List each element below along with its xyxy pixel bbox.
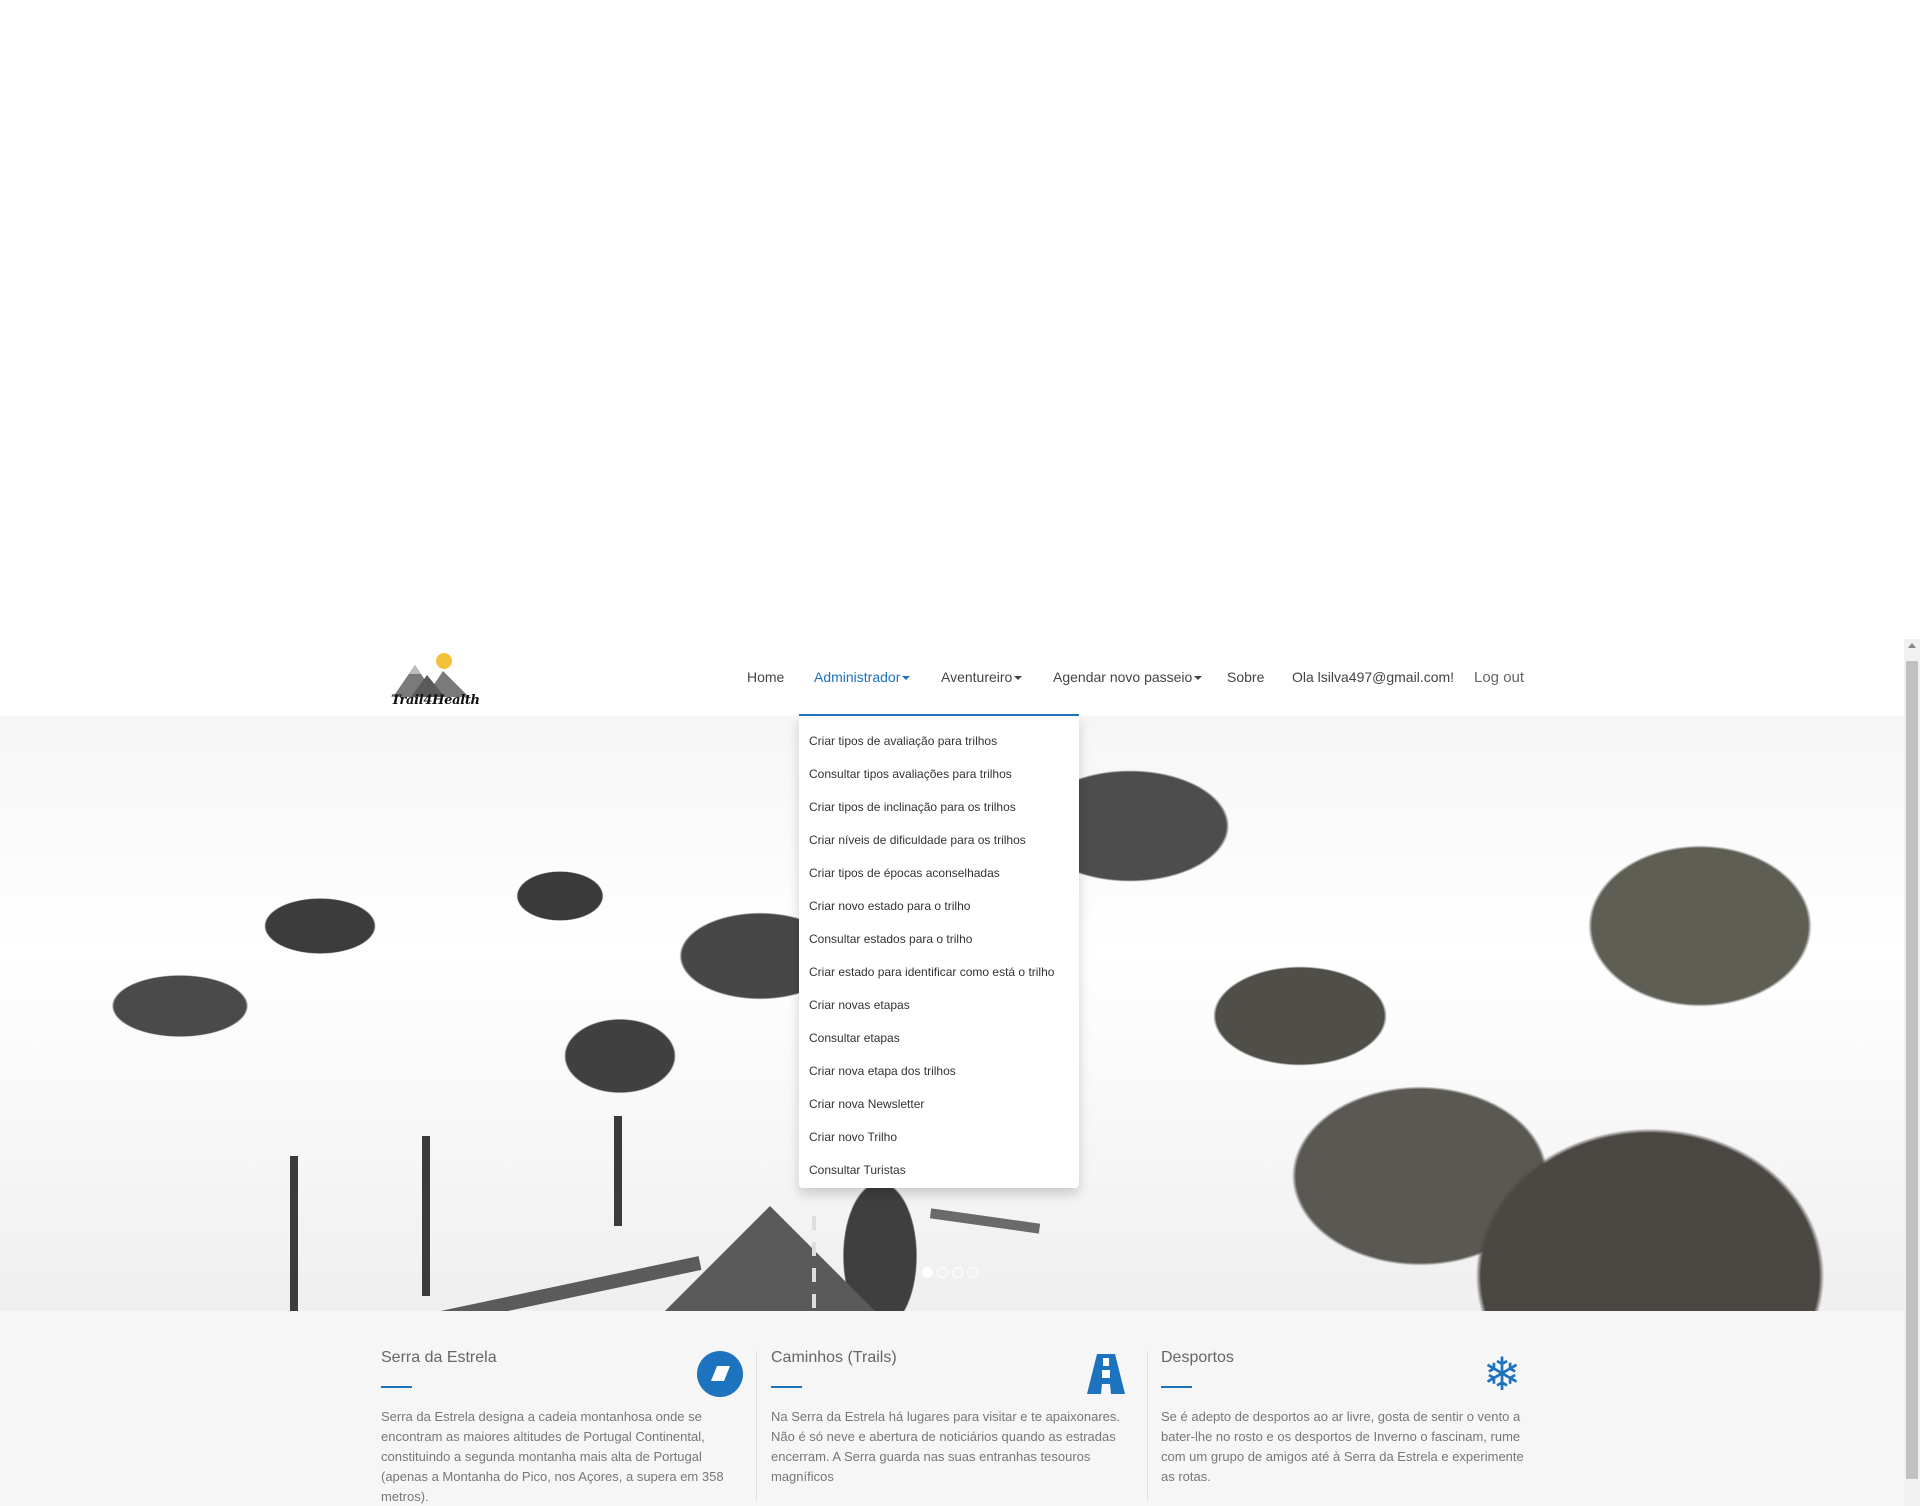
road-pole (614, 1116, 622, 1226)
feature-text: Na Serra da Estrela há lugares para visi… (771, 1409, 1121, 1484)
menu-item-criar-novo-estado[interactable]: Criar novo estado para o trilho (799, 890, 1079, 923)
nav-aventureiro-label: Aventureiro (941, 669, 1013, 685)
carousel-indicators (922, 1267, 978, 1278)
menu-item-criar-tipos-epocas[interactable]: Criar tipos de épocas aconselhadas (799, 857, 1079, 890)
carousel-indicator[interactable] (952, 1267, 963, 1278)
chevron-right-icon[interactable]: › (1855, 1016, 1869, 1056)
navbar: Trail4Health Home Administrador Aventure… (0, 639, 1904, 716)
nav-agendar-label: Agendar novo passeio (1053, 669, 1193, 685)
feature-desportos: Desportos Se é adepto de desportos ao ar… (1161, 1311, 1551, 1506)
page-scrollbar[interactable] (1904, 639, 1920, 1506)
feature-title: Caminhos (Trails) (771, 1349, 897, 1366)
site-logo[interactable]: Trail4Health (387, 649, 483, 711)
menu-item-criar-tipos-avaliacao[interactable]: Criar tipos de avaliação para trilhos (799, 725, 1079, 758)
nav-agendar-passeio[interactable]: Agendar novo passeio (1053, 669, 1203, 685)
caret-down-icon (1194, 676, 1203, 681)
nav-administrador-label: Administrador (814, 669, 901, 685)
menu-item-criar-tipos-inclinacao[interactable]: Criar tipos de inclinação para os trilho… (799, 791, 1079, 824)
feature-underline (1161, 1386, 1192, 1388)
chevron-left-icon[interactable]: ‹ (28, 1016, 42, 1056)
feature-title: Serra da Estrela (381, 1349, 497, 1366)
nav-logout[interactable]: Log out (1474, 669, 1524, 686)
road-pole (290, 1156, 298, 1311)
feature-text: Se é adepto de desportos ao ar livre, go… (1161, 1409, 1524, 1484)
feature-divider (1147, 1351, 1148, 1501)
menu-item-criar-estado-identificar[interactable]: Criar estado para identificar como está … (799, 956, 1079, 989)
features-section: Serra da Estrela Serra da Estrela design… (0, 1311, 1904, 1506)
scroll-up-icon[interactable] (1908, 643, 1916, 648)
mountain-logo-icon (393, 653, 469, 697)
menu-item-consultar-estados[interactable]: Consultar estados para o trilho (799, 923, 1079, 956)
carousel-indicator[interactable] (967, 1267, 978, 1278)
menu-item-consultar-tipos-avaliacoes[interactable]: Consultar tipos avaliações para trilhos (799, 758, 1079, 791)
nav-administrador[interactable]: Administrador (814, 669, 911, 685)
feature-divider (756, 1351, 757, 1501)
menu-item-criar-etapa-trilhos[interactable]: Criar nova etapa dos trilhos (799, 1055, 1079, 1088)
guardrail (365, 1256, 702, 1311)
feature-title: Desportos (1161, 1349, 1234, 1366)
feature-caminhos: Caminhos (Trails) Na Serra da Estrela há… (771, 1311, 1161, 1506)
guardrail (929, 1208, 1041, 1234)
feature-underline (771, 1386, 802, 1388)
carousel-indicator[interactable] (937, 1267, 948, 1278)
scrollbar-thumb[interactable] (1906, 661, 1918, 1479)
menu-item-criar-newsletter[interactable]: Criar nova Newsletter (799, 1088, 1079, 1121)
caret-down-icon (1014, 676, 1023, 681)
menu-item-criar-niveis-dificuldade[interactable]: Criar níveis de dificuldade para os tril… (799, 824, 1079, 857)
feature-text: Serra da Estrela designa a cadeia montan… (381, 1409, 724, 1504)
road (660, 1206, 880, 1311)
menu-item-consultar-turistas[interactable]: Consultar Turistas (799, 1154, 1079, 1187)
logo-text: Trail4Health (391, 693, 480, 708)
nav-sobre[interactable]: Sobre (1227, 669, 1264, 685)
diamond-badge-icon (697, 1351, 743, 1397)
road-pole (422, 1136, 430, 1296)
menu-item-criar-trilho[interactable]: Criar novo Trilho (799, 1121, 1079, 1154)
caret-down-icon (902, 676, 911, 681)
nav-aventureiro[interactable]: Aventureiro (941, 669, 1023, 685)
carousel-indicator[interactable] (922, 1267, 933, 1278)
nav-user-greeting[interactable]: Ola lsilva497@gmail.com! (1292, 669, 1454, 685)
snowflake-icon: ❄ (1482, 1347, 1522, 1401)
menu-item-criar-novas-etapas[interactable]: Criar novas etapas (799, 989, 1079, 1022)
feature-underline (381, 1386, 412, 1388)
feature-serra-da-estrela: Serra da Estrela Serra da Estrela design… (381, 1311, 771, 1506)
nav-home[interactable]: Home (747, 669, 784, 685)
road-icon (1083, 1351, 1129, 1397)
road-marking (812, 1216, 816, 1311)
menu-item-consultar-etapas[interactable]: Consultar etapas (799, 1022, 1079, 1055)
admin-dropdown-menu: Criar tipos de avaliação para trilhos Co… (799, 716, 1079, 1188)
